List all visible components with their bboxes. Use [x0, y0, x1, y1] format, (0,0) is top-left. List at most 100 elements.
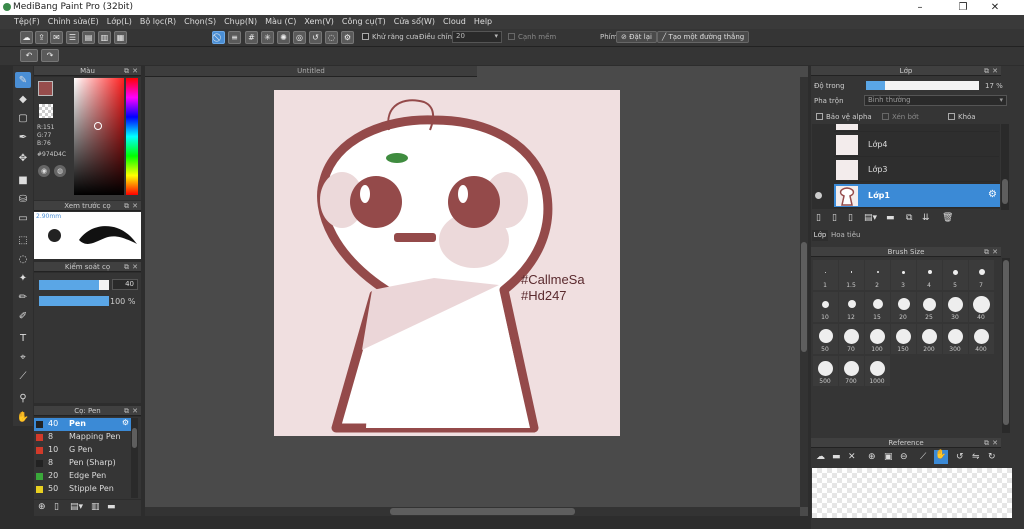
- close-icon[interactable]: ✕: [992, 438, 998, 448]
- close-icon[interactable]: ✕: [132, 66, 138, 76]
- new-8bit-layer-icon[interactable]: ▯: [848, 213, 853, 223]
- select-pen-tool-icon[interactable]: ✏: [15, 289, 31, 305]
- drawing-canvas[interactable]: #CallmeSa #Hd247: [274, 90, 620, 436]
- zoom-in-icon[interactable]: ⊕: [868, 452, 876, 462]
- marquee-tool-icon[interactable]: ⬚: [15, 232, 31, 248]
- pen-tool-icon[interactable]: ✒: [15, 129, 31, 145]
- rotate-right-icon[interactable]: ↻: [988, 452, 996, 462]
- fill-tool-icon[interactable]: ⛁: [15, 191, 31, 207]
- eyedropper-tool-icon[interactable]: ⟋: [15, 368, 31, 384]
- move-tool-icon[interactable]: ✥: [15, 150, 31, 166]
- adjust-select[interactable]: 20 ▾: [452, 31, 502, 43]
- brush-item-pen[interactable]: 40 Pen ⚙: [34, 418, 132, 431]
- hand-icon[interactable]: ✋: [934, 450, 948, 464]
- eraser-tool-icon[interactable]: ◆: [15, 91, 31, 107]
- saturation-value-picker[interactable]: [74, 78, 124, 195]
- menu-layer[interactable]: Lớp(L): [107, 16, 132, 28]
- palette-icon[interactable]: ◉: [38, 165, 50, 177]
- settings-icon[interactable]: ⚙: [341, 31, 354, 44]
- select-eraser-tool-icon[interactable]: ✐: [15, 308, 31, 324]
- snap-radial-icon[interactable]: ✺: [277, 31, 290, 44]
- new-layer-icon[interactable]: ▯: [816, 213, 821, 223]
- float-icon[interactable]: ⧉: [984, 438, 989, 448]
- brush-size-cell[interactable]: 40: [969, 292, 994, 322]
- close-icon[interactable]: ✕: [992, 247, 998, 257]
- snap-curve-icon[interactable]: ↺: [309, 31, 322, 44]
- float-icon[interactable]: ⧉: [124, 201, 129, 211]
- reset-button[interactable]: ⊘ Đặt lại: [616, 31, 657, 43]
- size-slider[interactable]: [39, 280, 109, 290]
- merge-layer-icon[interactable]: ⇊: [922, 213, 930, 223]
- menu-select[interactable]: Chọn(S): [184, 16, 216, 28]
- snap-parallel-icon[interactable]: ≡: [228, 31, 241, 44]
- close-icon[interactable]: ✕: [848, 452, 856, 462]
- text-tool-icon[interactable]: T: [15, 330, 31, 346]
- shape-tool-icon[interactable]: ■: [15, 172, 31, 188]
- gear-icon[interactable]: ⚙: [122, 418, 129, 427]
- menu-help[interactable]: Help: [474, 16, 492, 28]
- menu-file[interactable]: Tệp(F): [14, 16, 40, 28]
- size-value[interactable]: 40: [112, 279, 138, 290]
- scrollbar-thumb[interactable]: [1002, 179, 1008, 204]
- brush-size-scrollbar[interactable]: [1002, 258, 1010, 433]
- flip-icon[interactable]: ⇋: [972, 452, 980, 462]
- close-button[interactable]: ✕: [980, 0, 1010, 15]
- color-wheel-icon[interactable]: ◍: [54, 165, 66, 177]
- brush-item-edge-pen[interactable]: 20 Edge Pen: [34, 470, 132, 483]
- cloud-icon[interactable]: ☁: [20, 31, 33, 44]
- new-halftone-layer-icon[interactable]: ▯: [832, 213, 837, 223]
- eyedropper-icon[interactable]: ⟋: [920, 452, 926, 462]
- brush-size-cell[interactable]: 30: [943, 292, 968, 322]
- folder-icon[interactable]: ▬: [107, 502, 116, 512]
- hand-tool-icon[interactable]: ✋: [15, 409, 31, 425]
- hue-slider[interactable]: [126, 78, 138, 195]
- float-icon[interactable]: ⧉: [124, 66, 129, 76]
- menu-color[interactable]: Màu (C): [265, 16, 296, 28]
- layer-item-partial[interactable]: [834, 124, 999, 132]
- fit-icon[interactable]: ▣: [884, 452, 893, 462]
- brush-size-cell[interactable]: 12: [839, 292, 864, 322]
- magic-wand-tool-icon[interactable]: ✦: [15, 270, 31, 286]
- brush-item-mapping-pen[interactable]: 8 Mapping Pen: [34, 431, 132, 444]
- visibility-icon[interactable]: [815, 192, 822, 199]
- open-folder-icon[interactable]: ▬: [832, 452, 841, 462]
- redo-icon[interactable]: ↷: [41, 49, 59, 62]
- brush-size-cell[interactable]: 300: [943, 324, 968, 354]
- brush-size-cell[interactable]: 25: [917, 292, 942, 322]
- main-color-swatch[interactable]: [38, 81, 53, 96]
- grid-pages-icon[interactable]: ▦: [114, 31, 127, 44]
- layer-opacity-slider[interactable]: [866, 81, 979, 90]
- close-icon[interactable]: ✕: [132, 406, 138, 416]
- maximize-button[interactable]: ❐: [948, 0, 978, 15]
- brush-size-cell[interactable]: 15: [865, 292, 890, 322]
- lock-checkbox[interactable]: [948, 113, 955, 120]
- antialias-checkbox[interactable]: [362, 33, 369, 40]
- brush-size-cell[interactable]: 50: [813, 324, 838, 354]
- close-icon[interactable]: ✕: [132, 201, 138, 211]
- color-picker-cursor[interactable]: [94, 122, 102, 130]
- cloud-download-icon[interactable]: ☁: [816, 452, 825, 462]
- close-icon[interactable]: ✕: [992, 66, 998, 76]
- brush-tool-icon[interactable]: ✎: [15, 72, 31, 88]
- add-brush-icon[interactable]: ⊕: [38, 502, 46, 512]
- brush-menu-icon[interactable]: ▤▾: [70, 502, 83, 512]
- gear-icon[interactable]: ⚙: [988, 189, 997, 200]
- rotate-left-icon[interactable]: ↺: [956, 452, 964, 462]
- brush-settings-icon[interactable]: ▥: [91, 502, 100, 512]
- brush-size-cell[interactable]: 2: [865, 260, 890, 290]
- tab-navigator[interactable]: Hoa tiêu: [831, 230, 861, 241]
- brush-size-cell[interactable]: 5: [943, 260, 968, 290]
- layer-item-3[interactable]: Lớp3: [834, 158, 999, 182]
- lasso-tool-icon[interactable]: ◌: [15, 251, 31, 267]
- float-icon[interactable]: ⧉: [124, 406, 129, 416]
- close-icon[interactable]: ✕: [132, 262, 138, 272]
- brush-size-cell[interactable]: 10: [813, 292, 838, 322]
- menu-snap[interactable]: Chụp(N): [224, 16, 257, 28]
- tab-layer[interactable]: Lớp: [812, 230, 828, 241]
- upload-icon[interactable]: ⇪: [35, 31, 48, 44]
- canvas-hscrollbar[interactable]: [145, 507, 800, 516]
- pages-icon[interactable]: ▥: [98, 31, 111, 44]
- create-line-button[interactable]: ╱ Tạo một đường thẳng: [657, 31, 750, 43]
- layer-item-4[interactable]: Lớp4: [834, 133, 999, 157]
- gradient-tool-icon[interactable]: ▭: [15, 210, 31, 226]
